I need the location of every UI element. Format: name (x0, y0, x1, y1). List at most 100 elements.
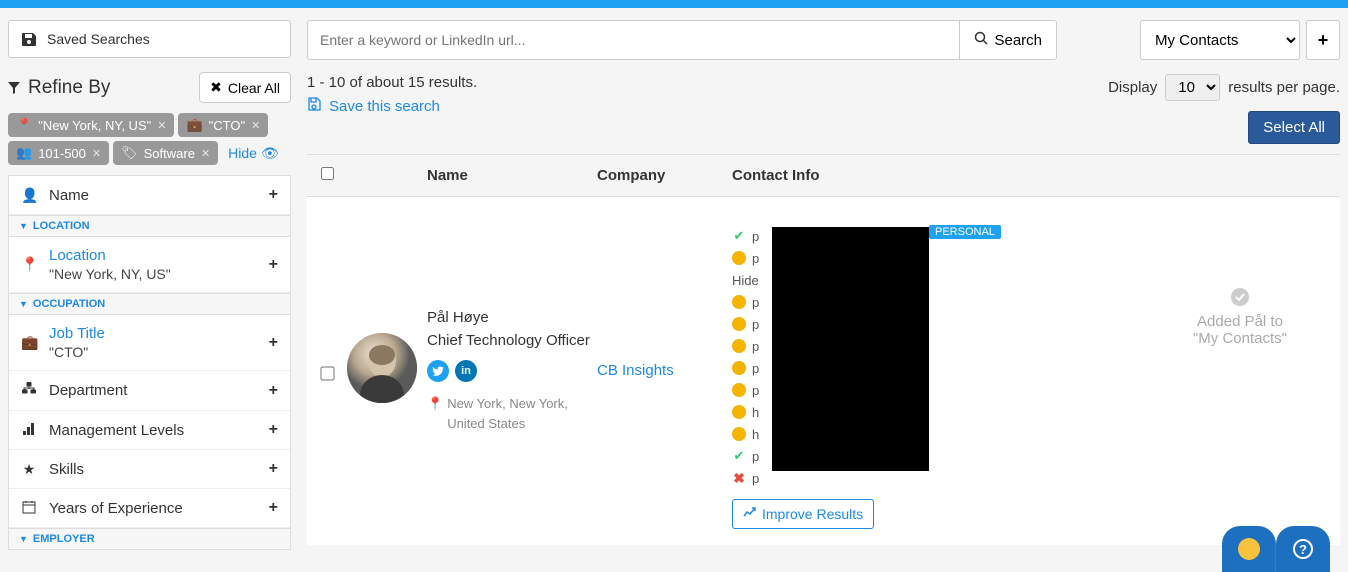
row-status: Added Pål to "My Contacts" (1140, 227, 1340, 347)
contacts-select[interactable]: My Contacts (1140, 20, 1300, 60)
cross-icon: ✖ (732, 470, 746, 487)
remove-tag-icon[interactable]: ✕ (92, 147, 101, 160)
pin-icon: 📍 (21, 256, 37, 273)
svg-text:?: ? (1299, 542, 1307, 557)
dot-yellow-icon (732, 383, 746, 397)
search-input[interactable] (307, 20, 959, 60)
briefcase-icon: 💼 (186, 117, 202, 133)
linkedin-icon[interactable]: in (455, 360, 477, 382)
calendar-icon (21, 500, 37, 517)
star-icon: ★ (21, 461, 37, 478)
dot-yellow-icon (732, 317, 746, 331)
org-icon (21, 381, 37, 400)
facet-location[interactable]: 📍 Location "New York, NY, US" + (9, 237, 290, 293)
expand-icon: + (269, 186, 278, 204)
avatar (347, 333, 417, 403)
pin-icon: 📍 (16, 117, 32, 133)
save-icon (21, 32, 37, 46)
person-name: Pål Høye (427, 307, 597, 330)
check-icon: ✔ (732, 448, 746, 464)
check-circle-icon (1230, 287, 1250, 307)
facet-management[interactable]: Management Levels + (9, 411, 290, 450)
facet-skills[interactable]: ★ Skills + (9, 450, 290, 489)
section-header-occupation[interactable]: ▼ OCCUPATION (9, 293, 290, 315)
feedback-button[interactable] (1222, 526, 1276, 572)
left-column: Saved Searches Refine By ✖ Clear All 📍 "… (8, 20, 291, 550)
filter-tag-size[interactable]: 👥 101-500 ✕ (8, 141, 109, 165)
add-contact-button[interactable]: + (1306, 20, 1340, 60)
row-checkbox[interactable] (320, 366, 334, 380)
select-all-button[interactable]: Select All (1248, 111, 1340, 144)
expand-icon: + (269, 256, 278, 274)
twitter-icon[interactable] (427, 360, 449, 382)
results-right: Display 10 results per page. Select All (1108, 74, 1340, 144)
select-all-checkbox[interactable] (321, 167, 334, 180)
improve-results-button[interactable]: Improve Results (732, 499, 874, 529)
search-group: Search (307, 20, 1057, 60)
top-accent-bar (0, 0, 1348, 8)
filter-tag-location[interactable]: 📍 "New York, NY, US" ✕ (8, 113, 174, 137)
name-block: Pål Høye Chief Technology Officer in 📍 N… (427, 227, 597, 433)
expand-icon: + (269, 499, 278, 517)
company-link[interactable]: CB Insights (597, 227, 732, 379)
refine-header: Refine By ✖ Clear All (8, 72, 291, 103)
caret-down-icon: ▼ (19, 299, 28, 309)
search-icon (974, 31, 988, 49)
hide-tags-link[interactable]: Hide 👁 (228, 145, 279, 162)
main-container: Saved Searches Refine By ✖ Clear All 📍 "… (0, 8, 1348, 550)
table-header: Name Company Contact Info (307, 154, 1340, 197)
briefcase-icon: 💼 (21, 334, 37, 351)
remove-tag-icon[interactable]: ✕ (157, 119, 166, 132)
caret-down-icon: ▼ (19, 221, 28, 231)
right-column: Search My Contacts + 1 - 10 of about 15 … (307, 20, 1340, 550)
expand-icon: + (269, 382, 278, 400)
contacts-group: My Contacts + (1140, 20, 1340, 60)
dot-yellow-icon (732, 405, 746, 419)
section-header-location[interactable]: ▼ LOCATION (9, 215, 290, 237)
remove-tag-icon[interactable]: ✕ (251, 119, 260, 132)
saved-searches-label: Saved Searches (47, 31, 150, 47)
refine-title: Refine By (8, 77, 110, 99)
filter-tag-industry[interactable]: 🏷 Software ✕ (113, 141, 218, 165)
person-title: Chief Technology Officer (427, 330, 597, 353)
filter-icon (8, 82, 20, 94)
facet-name[interactable]: 👤 Name + (9, 176, 290, 215)
person-location: 📍 New York, New York, United States (427, 394, 597, 433)
redacted-contact (772, 227, 929, 471)
save-search-link[interactable]: Save this search (307, 97, 440, 115)
section-header-employer[interactable]: ▼ EMPLOYER (9, 528, 290, 549)
expand-icon: + (269, 460, 278, 478)
col-header-company: Company (597, 167, 732, 184)
filter-tags: 📍 "New York, NY, US" ✕ 💼 "CTO" ✕ 👥 101-5… (8, 113, 291, 165)
filter-tag-job[interactable]: 💼 "CTO" ✕ (178, 113, 268, 137)
bars-icon (21, 422, 37, 439)
contact-block: ✔p p Hide p p p p p h h ✔p ✖p (732, 227, 1140, 529)
close-icon: ✖ (210, 79, 222, 96)
search-row: Search My Contacts + (307, 20, 1340, 60)
remove-tag-icon[interactable]: ✕ (201, 147, 210, 160)
help-button[interactable]: ? (1276, 526, 1330, 572)
pin-icon: 📍 (427, 394, 443, 433)
results-meta: 1 - 10 of about 15 results. Save this se… (307, 74, 1340, 144)
tag-icon: 🏷 (121, 145, 138, 161)
results-summary: 1 - 10 of about 15 results. (307, 74, 477, 91)
search-button[interactable]: Search (959, 20, 1057, 60)
eye-icon: 👁 (261, 145, 279, 162)
clear-all-button[interactable]: ✖ Clear All (199, 72, 291, 103)
expand-icon: + (269, 421, 278, 439)
saved-searches-button[interactable]: Saved Searches (8, 20, 291, 58)
save-icon (307, 97, 321, 115)
col-header-contact: Contact Info (732, 167, 1140, 184)
page-size-select[interactable]: 10 (1165, 74, 1220, 101)
col-header-name: Name (427, 167, 597, 184)
dot-yellow-icon (732, 339, 746, 353)
help-icon: ? (1292, 538, 1314, 560)
dot-yellow-icon (732, 251, 746, 265)
facet-job-title[interactable]: 💼 Job Title "CTO" + (9, 315, 290, 371)
smiley-icon (1238, 538, 1260, 560)
floating-help: ? (1222, 526, 1330, 572)
facet-years[interactable]: Years of Experience + (9, 489, 290, 528)
facet-department[interactable]: Department + (9, 371, 290, 411)
chart-icon (743, 506, 756, 522)
check-icon: ✔ (732, 228, 746, 244)
